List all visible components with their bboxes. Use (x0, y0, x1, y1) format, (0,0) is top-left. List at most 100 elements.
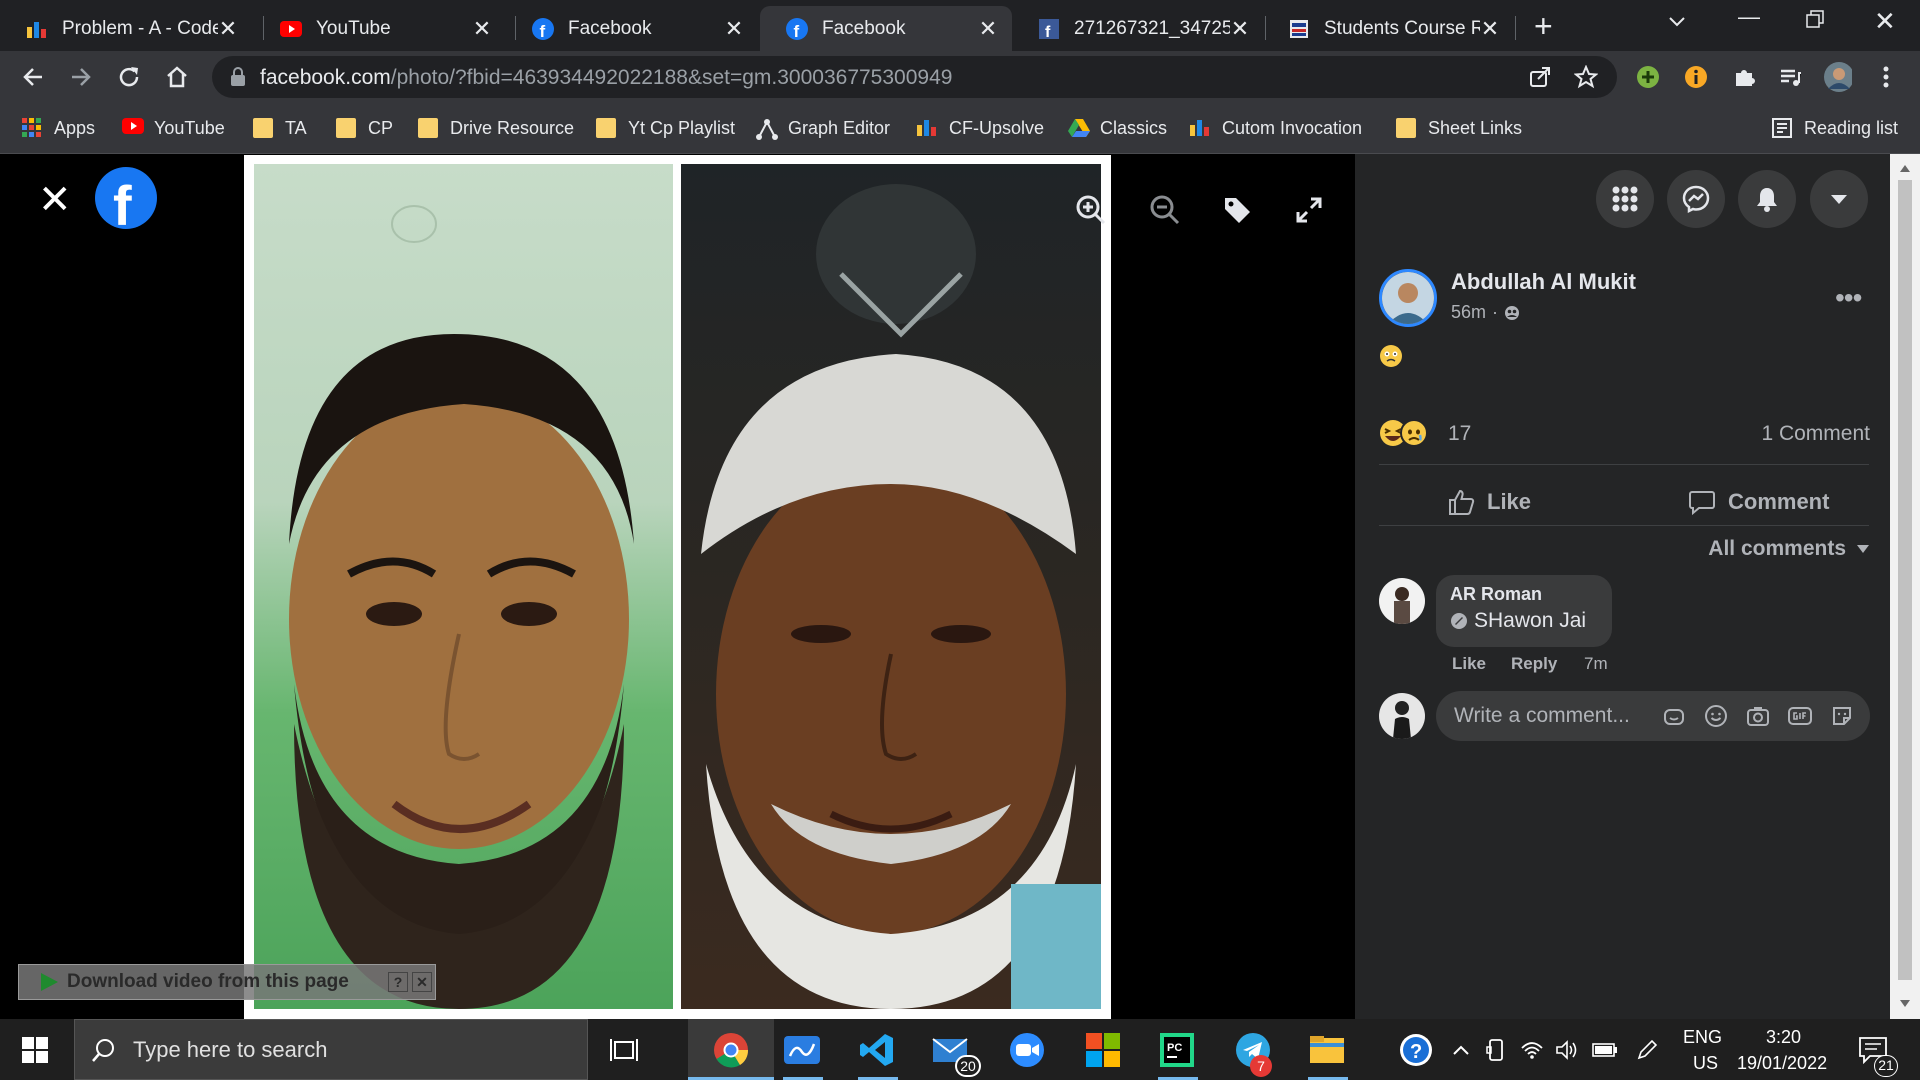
tab-students-course[interactable]: Students Course Re ✕ (1262, 6, 1514, 51)
file-explorer-icon[interactable] (1308, 1031, 1346, 1069)
camera-icon[interactable] (1746, 704, 1770, 728)
menu-grid-button[interactable] (1596, 170, 1654, 228)
language-bottom[interactable]: US (1693, 1053, 1718, 1074)
bookmark-cp[interactable]: CP (336, 115, 393, 141)
bookmark-yt-cp-playlist[interactable]: Yt Cp Playlist (596, 115, 735, 141)
tag-icon[interactable] (1217, 190, 1257, 230)
close-tab-icon[interactable]: ✕ (218, 16, 238, 42)
post-author-name[interactable]: Abdullah Al Mukit (1451, 269, 1636, 295)
close-tab-icon[interactable]: ✕ (1230, 16, 1250, 42)
commenter-avatar[interactable] (1379, 578, 1425, 624)
reload-button[interactable] (112, 60, 146, 94)
clock-time[interactable]: 3:20 (1766, 1027, 1801, 1048)
taskbar-search[interactable]: Type here to search (74, 1019, 588, 1080)
tab-facebook[interactable]: f Facebook ✕ (506, 6, 758, 51)
bookmark-classics[interactable]: Classics (1068, 115, 1167, 141)
messenger-button[interactable] (1667, 170, 1725, 228)
bookmark-cutom-invocation[interactable]: Cutom Invocation (1190, 115, 1362, 141)
reaction-count[interactable]: 17 (1448, 422, 1471, 446)
comment-reply-button[interactable]: Reply (1511, 654, 1557, 674)
gif-icon[interactable] (1788, 704, 1812, 728)
tab-search-icon[interactable] (1668, 8, 1686, 34)
wifi-icon[interactable] (1513, 1031, 1551, 1069)
comment-count[interactable]: 1 Comment (1761, 422, 1870, 446)
close-tab-icon[interactable]: ✕ (978, 16, 998, 42)
media-control-icon[interactable] (1776, 63, 1804, 91)
post-photo[interactable] (244, 155, 1111, 1020)
tab-youtube[interactable]: YouTube ✕ (254, 6, 506, 51)
zoom-out-icon[interactable] (1145, 190, 1185, 230)
bookmark-drive-resource[interactable]: Drive Resource (418, 115, 574, 141)
bookmark-youtube[interactable]: YouTube (122, 115, 225, 141)
url-text[interactable]: facebook.com/photo/?fbid=463934492022188… (260, 66, 952, 90)
volume-icon[interactable] (1548, 1031, 1586, 1069)
close-banner-icon[interactable]: ✕ (412, 972, 432, 992)
like-button[interactable]: Like (1447, 480, 1531, 524)
show-hidden-icons[interactable] (1442, 1031, 1480, 1069)
post-time[interactable]: 56m (1451, 302, 1486, 323)
restore-button[interactable] (1806, 8, 1824, 34)
chrome-menu-icon[interactable] (1872, 63, 1900, 91)
fullscreen-icon[interactable] (1289, 190, 1329, 230)
close-viewer-button[interactable]: ✕ (38, 180, 72, 220)
avatar-sticker-icon[interactable] (1662, 704, 1686, 728)
comment-input[interactable]: Write a comment... (1436, 691, 1870, 741)
comment-like-button[interactable]: Like (1452, 654, 1486, 674)
windows-start-icon[interactable] (16, 1031, 54, 1069)
comment-time[interactable]: 7m (1584, 654, 1608, 674)
extensions-puzzle-icon[interactable] (1730, 63, 1758, 91)
bookmark-graph-editor[interactable]: Graph Editor (756, 115, 890, 141)
clock-date[interactable]: 19/01/2022 (1737, 1053, 1827, 1074)
account-menu-button[interactable] (1810, 170, 1868, 228)
post-options-icon[interactable]: ••• (1835, 282, 1862, 314)
help-tray-icon[interactable]: ? (1397, 1031, 1435, 1069)
language-top[interactable]: ENG (1683, 1027, 1722, 1048)
bookmark-star-icon[interactable] (1573, 64, 1599, 89)
close-tab-icon[interactable]: ✕ (1480, 16, 1500, 42)
current-user-avatar[interactable] (1379, 693, 1425, 739)
share-icon[interactable] (1528, 65, 1552, 89)
forward-button[interactable] (64, 60, 98, 94)
bookmark-cf-upsolve[interactable]: CF-Upsolve (917, 115, 1044, 141)
author-avatar[interactable] (1379, 269, 1437, 327)
back-button[interactable] (16, 60, 50, 94)
close-tab-icon[interactable]: ✕ (724, 16, 744, 42)
tab-facebook-active[interactable]: f Facebook ✕ (760, 6, 1012, 51)
extension-green-plus-icon[interactable] (1634, 63, 1662, 91)
zoom-in-icon[interactable] (1071, 190, 1111, 230)
lock-icon[interactable] (230, 67, 246, 92)
pycharm-icon[interactable]: PC (1158, 1031, 1196, 1069)
download-video-banner[interactable]: Download video from this page ? ✕ (18, 964, 436, 1000)
page-scrollbar[interactable] (1890, 154, 1920, 1019)
facebook-logo-icon[interactable]: f (95, 167, 157, 229)
emoji-icon[interactable] (1704, 704, 1728, 728)
sticker-icon[interactable] (1830, 704, 1854, 728)
task-view-icon[interactable] (605, 1031, 643, 1069)
reading-list-button[interactable]: Reading list (1772, 115, 1898, 141)
sad-reaction-icon[interactable] (1400, 419, 1428, 447)
comment-button[interactable]: Comment (1688, 480, 1829, 524)
close-window-button[interactable]: ✕ (1874, 6, 1896, 37)
minimize-button[interactable]: — (1738, 4, 1760, 30)
close-tab-icon[interactable]: ✕ (472, 16, 492, 42)
office-icon[interactable] (1084, 1031, 1122, 1069)
help-icon[interactable]: ? (388, 972, 408, 992)
bookmark-apps[interactable]: Apps (22, 115, 95, 141)
whiteboard-icon[interactable] (783, 1031, 821, 1069)
extension-info-icon[interactable] (1682, 63, 1710, 91)
zoom-app-icon[interactable] (1008, 1031, 1046, 1069)
notifications-button[interactable] (1738, 170, 1796, 228)
profile-avatar[interactable] (1824, 62, 1852, 92)
new-tab-button[interactable]: + (1534, 8, 1553, 45)
tab-codeforces[interactable]: Problem - A - Code ✕ (0, 6, 252, 51)
comment-text[interactable]: SHawon Jai (1474, 609, 1586, 633)
home-button[interactable] (160, 60, 194, 94)
vscode-icon[interactable] (858, 1031, 896, 1069)
commenter-name[interactable]: AR Roman (1450, 584, 1598, 605)
all-comments-filter[interactable]: All comments (1708, 537, 1870, 561)
device-icon[interactable] (1477, 1031, 1515, 1069)
address-bar[interactable]: facebook.com/photo/?fbid=463934492022188… (212, 56, 1617, 98)
pen-icon[interactable] (1628, 1031, 1666, 1069)
bookmark-ta[interactable]: TA (253, 115, 307, 141)
chrome-icon[interactable] (712, 1031, 750, 1069)
